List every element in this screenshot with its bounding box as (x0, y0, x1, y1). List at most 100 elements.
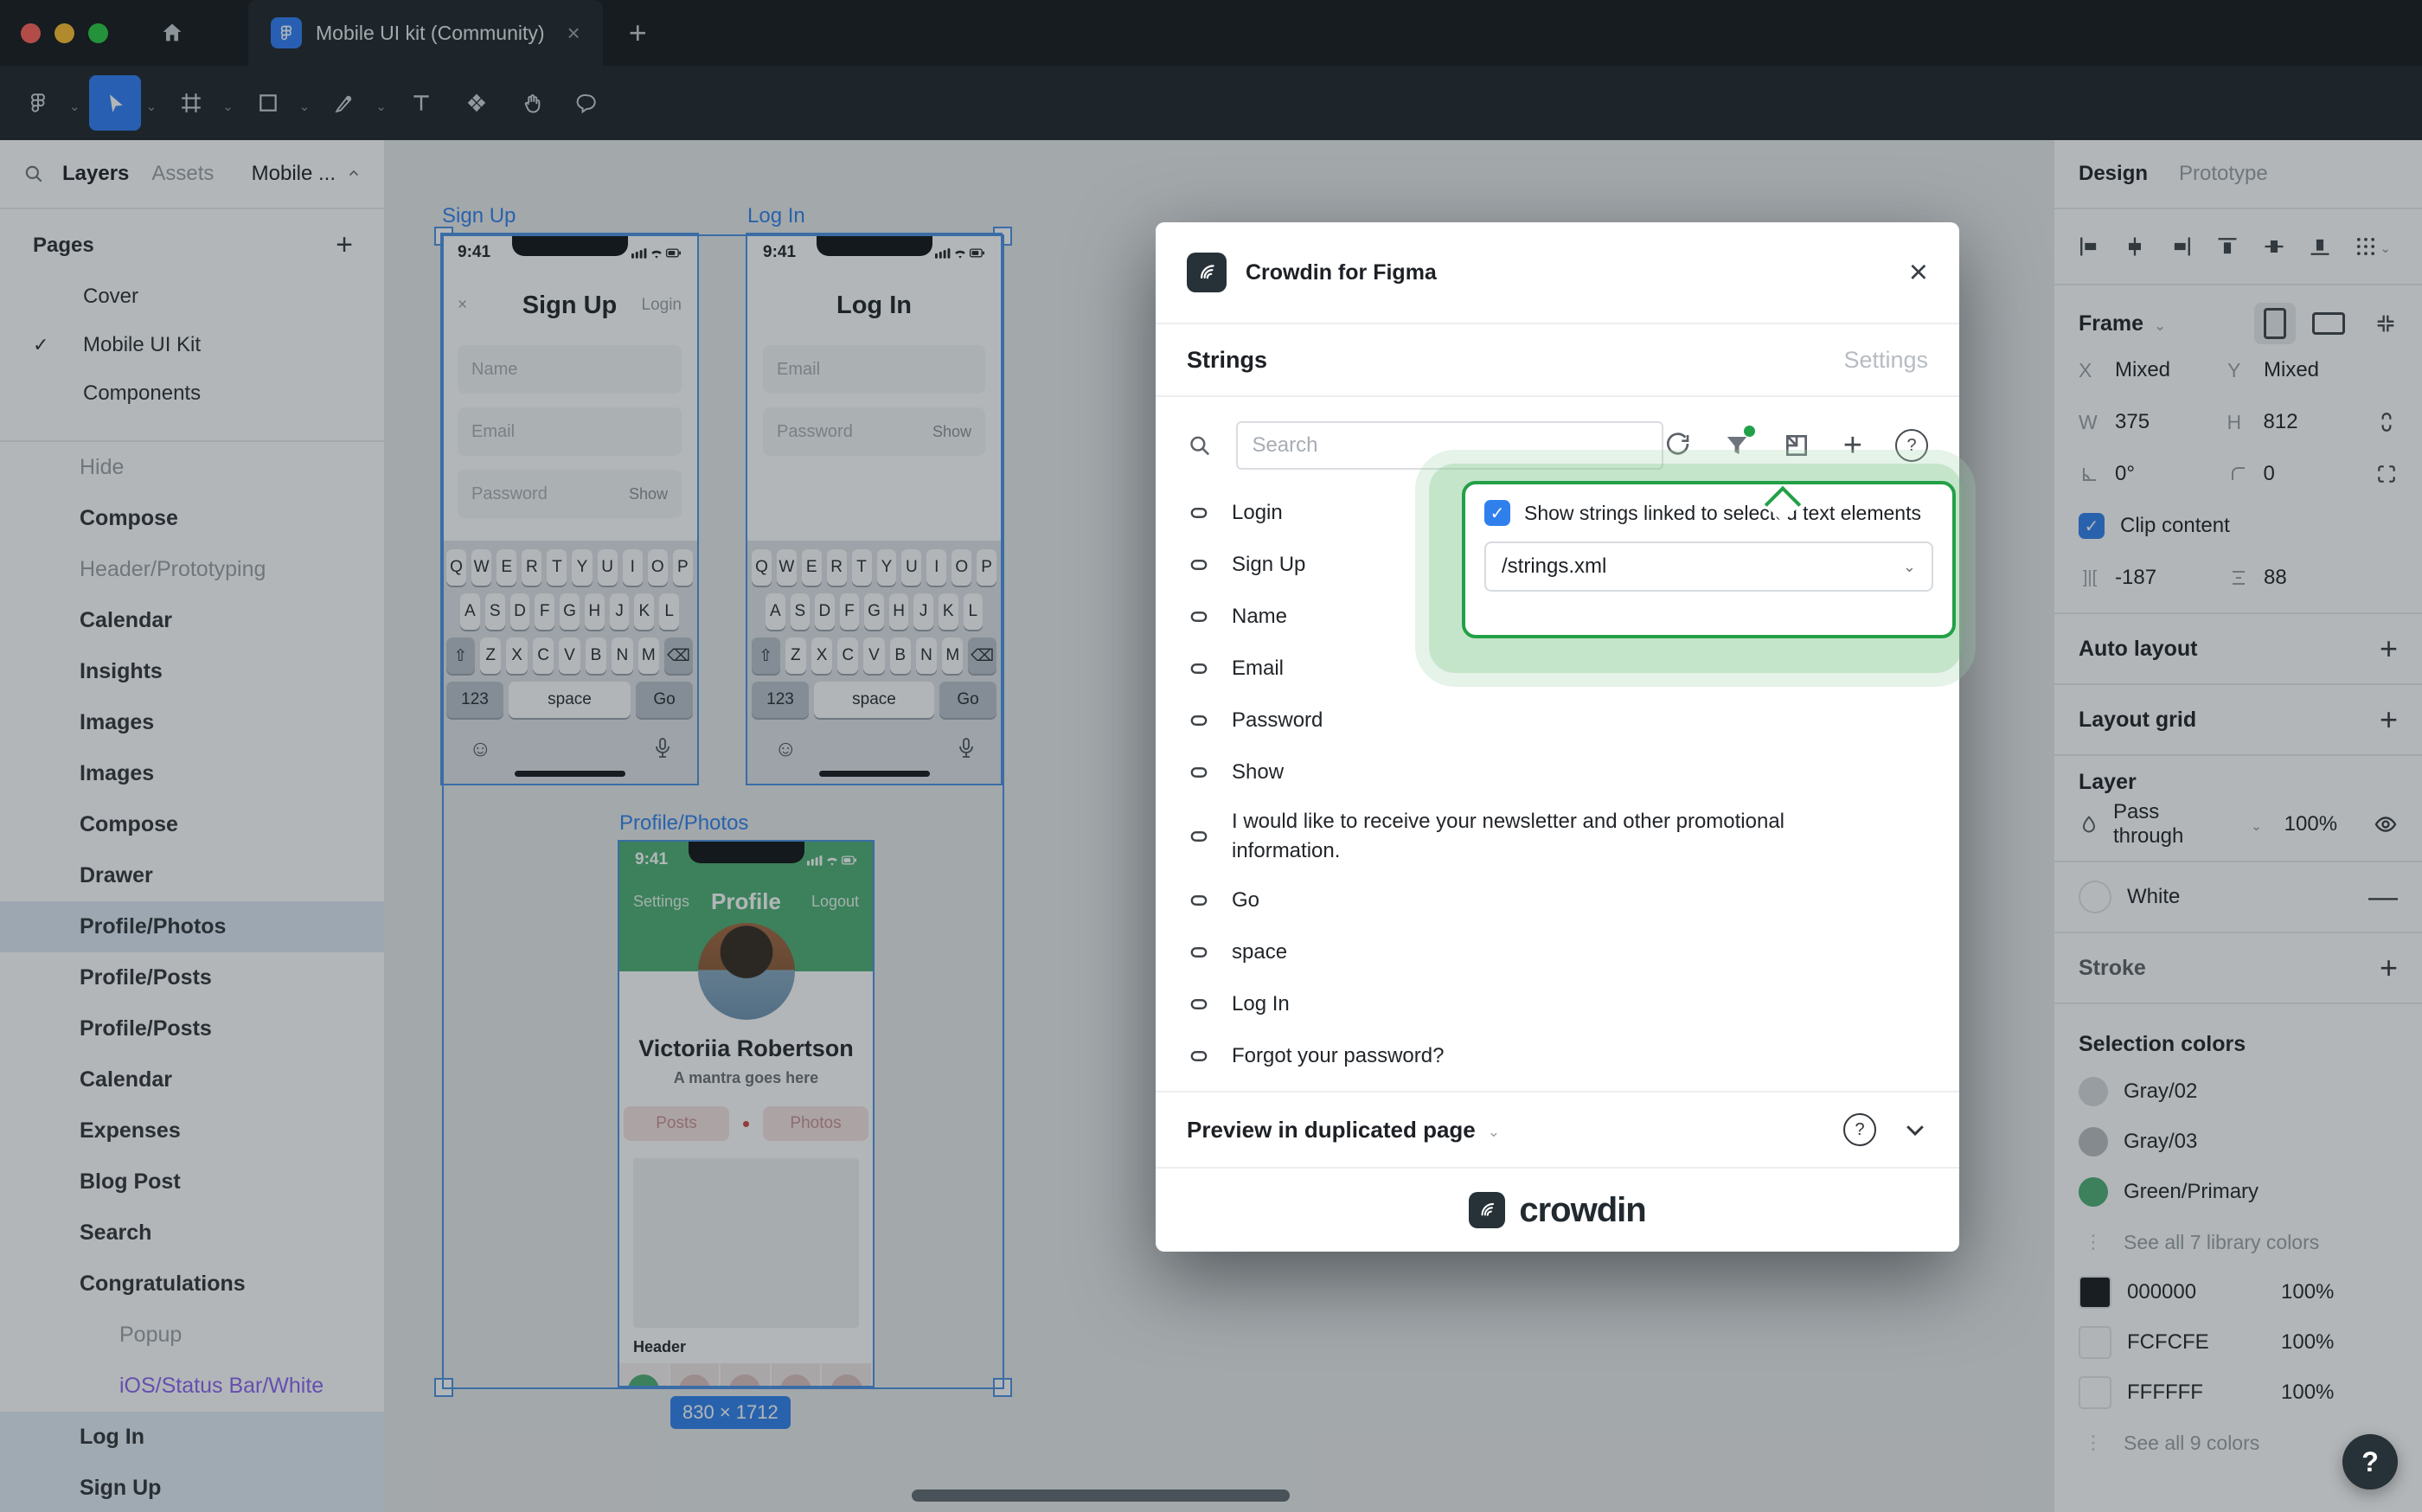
string-row[interactable]: Email (1187, 643, 1928, 695)
key[interactable]: W (471, 549, 491, 586)
key[interactable]: G (864, 593, 884, 630)
tab-design[interactable]: Design (2079, 162, 2148, 186)
tab-posts[interactable]: Posts (624, 1106, 729, 1141)
key[interactable]: S (485, 593, 505, 630)
key-go[interactable]: Go (636, 682, 693, 718)
file-tab[interactable]: Mobile UI kit (Community) × (248, 0, 603, 66)
key[interactable]: E (802, 549, 822, 586)
string-row[interactable]: Show (1187, 746, 1928, 798)
hex-value[interactable]: 000000 (2127, 1280, 2265, 1304)
comment-tool-button[interactable] (561, 75, 613, 131)
layer-row[interactable]: Sign Up (0, 1463, 384, 1512)
layer-row[interactable]: Profile/Photos (0, 901, 384, 952)
corner-radius-field[interactable]: 0 (2264, 462, 2275, 486)
email-field[interactable]: Email (763, 345, 985, 394)
library-color-row[interactable]: Gray/02 (2079, 1067, 2398, 1117)
key[interactable]: S (791, 593, 811, 630)
key[interactable]: D (510, 593, 530, 630)
key[interactable]: P (977, 549, 996, 586)
x-position-field[interactable]: Mixed (2115, 358, 2170, 382)
signup-frame[interactable]: 9:41 × Sign Up Login Name Email Password… (442, 234, 697, 784)
color-swatch[interactable] (2079, 1177, 2108, 1207)
opacity-value[interactable]: 100% (2281, 1381, 2334, 1405)
key[interactable]: A (460, 593, 480, 630)
tab-layers[interactable]: Layers (62, 162, 129, 186)
width-field[interactable]: 375 (2115, 410, 2150, 434)
string-row[interactable]: Forgot your password? (1187, 1030, 1928, 1082)
frame-tool-chevron-icon[interactable]: ⌄ (222, 99, 234, 114)
see-library-colors-link[interactable]: ⋮ See all 7 library colors (2079, 1217, 2398, 1267)
close-icon[interactable]: × (458, 296, 513, 315)
tab-strings[interactable]: Strings (1187, 347, 1267, 374)
login-link[interactable]: Login (626, 296, 682, 315)
align-horizontal-center-icon[interactable] (2123, 234, 2147, 259)
layer-row[interactable]: Congratulations (0, 1259, 384, 1310)
key[interactable]: Q (446, 549, 466, 586)
emoji-key-icon[interactable]: ☺ (469, 735, 492, 762)
layer-row[interactable]: Profile/Posts (0, 1003, 384, 1054)
frame-section-title[interactable]: Frame (2079, 311, 2143, 336)
key[interactable]: R (522, 549, 541, 586)
key[interactable]: A (766, 593, 785, 630)
selection-handle-bottom-left[interactable] (434, 1378, 453, 1397)
key[interactable]: P (673, 549, 693, 586)
help-button[interactable]: ? (2342, 1434, 2398, 1490)
key[interactable]: F (535, 593, 554, 630)
mic-key-icon[interactable] (655, 737, 670, 759)
thumbnail[interactable] (721, 1363, 772, 1386)
shape-tool-button[interactable] (242, 75, 294, 131)
layer-row[interactable]: Compose (0, 493, 384, 544)
close-tab-icon[interactable]: × (567, 20, 580, 47)
hex-color-row[interactable]: FCFCFE 100% (2079, 1317, 2398, 1368)
key[interactable]: J (610, 593, 630, 630)
layer-row[interactable]: Popup (0, 1310, 384, 1361)
horizontal-gap-field[interactable]: -187 (2115, 566, 2156, 590)
password-field[interactable]: Password Show (458, 470, 682, 518)
key[interactable]: V (559, 637, 580, 674)
key[interactable]: B (586, 637, 606, 674)
color-swatch[interactable] (2079, 1077, 2108, 1106)
name-field[interactable]: Name (458, 345, 682, 394)
hex-value[interactable]: FCFCFE (2127, 1330, 2265, 1355)
key[interactable]: Z (480, 637, 501, 674)
color-swatch[interactable] (2079, 1376, 2111, 1409)
selection-handle-bottom-right[interactable] (993, 1378, 1012, 1397)
y-position-field[interactable]: Mixed (2264, 358, 2319, 382)
add-string-button[interactable]: + (1843, 427, 1862, 464)
layer-row[interactable]: iOS/Status Bar/White (0, 1361, 384, 1412)
vertical-gap-field[interactable]: 88 (2264, 566, 2287, 590)
key[interactable]: C (837, 637, 858, 674)
key[interactable]: ⇧ (446, 637, 475, 674)
add-stroke-button[interactable]: + (2380, 950, 2398, 986)
menu-chevron-icon[interactable]: ⌄ (69, 99, 80, 114)
string-row[interactable]: Log In (1187, 978, 1928, 1030)
rotation-field[interactable]: 0° (2115, 462, 2135, 486)
move-tool-button[interactable] (89, 75, 141, 131)
key[interactable]: N (612, 637, 632, 674)
constrain-proportions-icon[interactable] (2375, 411, 2398, 433)
key[interactable]: V (863, 637, 884, 674)
figma-menu-button[interactable] (12, 75, 64, 131)
tab-settings[interactable]: Settings (1843, 347, 1928, 374)
key-123[interactable]: 123 (446, 682, 503, 718)
key[interactable]: O (952, 549, 971, 586)
component-tool-button[interactable]: ❖ (451, 75, 503, 131)
email-field[interactable]: Email (458, 407, 682, 456)
key[interactable]: D (815, 593, 835, 630)
key[interactable]: X (811, 637, 832, 674)
height-field[interactable]: 812 (2264, 410, 2298, 434)
text-tool-button[interactable] (395, 75, 447, 131)
hex-color-row[interactable]: 000000 100% (2079, 1267, 2398, 1317)
layer-row[interactable]: Header/Prototyping (0, 544, 384, 595)
key[interactable]: O (648, 549, 668, 586)
add-layout-grid-button[interactable]: + (2380, 702, 2398, 738)
close-plugin-icon[interactable]: × (1909, 254, 1928, 292)
portrait-orientation-button[interactable] (2254, 303, 2296, 344)
export-icon[interactable] (1783, 432, 1810, 459)
show-linked-strings-checkbox[interactable]: ✓ (1484, 500, 1510, 526)
color-swatch[interactable] (2079, 1326, 2111, 1359)
key[interactable]: L (964, 593, 984, 630)
key[interactable]: U (901, 549, 921, 586)
thumbnail[interactable] (822, 1363, 873, 1386)
align-vertical-center-icon[interactable] (2262, 234, 2286, 259)
